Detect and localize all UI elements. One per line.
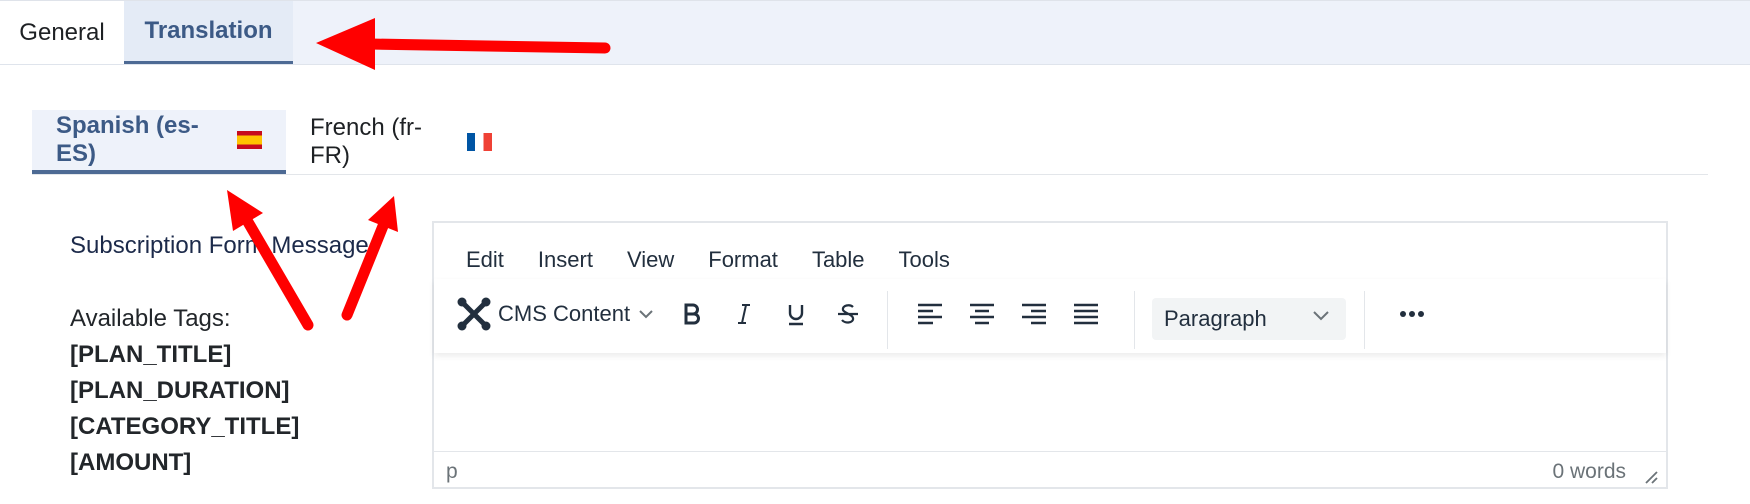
- underline-button[interactable]: [772, 291, 820, 337]
- strikethrough-button[interactable]: [824, 291, 872, 337]
- tag-item: [CATEGORY_TITLE]: [70, 413, 300, 440]
- chevron-down-icon: [639, 310, 653, 319]
- word-count[interactable]: 0 words: [1552, 460, 1626, 484]
- france-flag-icon: [466, 133, 492, 151]
- main-tab-bar: General Translation: [0, 0, 1750, 65]
- align-center-icon: [970, 303, 994, 325]
- rich-text-editor: Edit Insert View Format Table Tools CMS …: [432, 221, 1668, 489]
- bold-icon: [684, 303, 700, 325]
- element-path[interactable]: p: [446, 460, 458, 484]
- editor-toolbar: CMS Content Paragraph: [434, 279, 1666, 353]
- chevron-down-icon: [1313, 311, 1329, 321]
- more-dots-icon: [1400, 311, 1424, 317]
- cms-content-label: CMS Content: [498, 301, 631, 326]
- menu-tools[interactable]: Tools: [887, 241, 962, 277]
- cms-content-button[interactable]: CMS Content: [456, 291, 666, 337]
- menu-edit[interactable]: Edit: [454, 241, 516, 277]
- align-justify-button[interactable]: [1062, 291, 1110, 337]
- more-options-button[interactable]: [1386, 291, 1438, 337]
- editor-content-area[interactable]: [434, 353, 1666, 453]
- block-format-select[interactable]: Paragraph: [1152, 298, 1346, 340]
- toolbar-separator: [1364, 291, 1365, 349]
- strikethrough-icon: [838, 304, 858, 324]
- joomla-icon: [457, 297, 491, 331]
- field-label: Subscription Form Message: [70, 232, 369, 259]
- tab-spanish[interactable]: Spanish (es-ES): [32, 110, 286, 174]
- menu-table[interactable]: Table: [800, 241, 877, 277]
- language-tab-divider: [32, 174, 1708, 175]
- spain-flag-icon: [237, 131, 262, 149]
- italic-icon: [738, 304, 750, 324]
- toolbar-separator: [887, 291, 888, 349]
- tag-item: [AMOUNT]: [70, 449, 192, 476]
- menu-format[interactable]: Format: [696, 241, 790, 277]
- align-justify-icon: [1074, 303, 1098, 325]
- editor-menubar: Edit Insert View Format Table Tools: [434, 241, 962, 277]
- tab-french[interactable]: French (fr-FR): [286, 110, 516, 174]
- align-left-icon: [918, 303, 942, 325]
- block-format-value: Paragraph: [1164, 306, 1267, 331]
- tab-general[interactable]: General: [0, 1, 124, 65]
- italic-button[interactable]: [720, 291, 768, 337]
- tag-item: [PLAN_TITLE]: [70, 341, 232, 368]
- tab-french-label: French (fr-FR): [310, 114, 423, 169]
- available-tags-heading: Available Tags:: [70, 305, 231, 332]
- toolbar-separator: [1134, 291, 1135, 349]
- resize-handle-icon[interactable]: [1642, 468, 1658, 484]
- tab-spanish-label: Spanish (es-ES): [56, 112, 199, 167]
- bold-button[interactable]: [668, 291, 716, 337]
- tab-translation[interactable]: Translation: [124, 1, 293, 65]
- align-center-button[interactable]: [958, 291, 1006, 337]
- align-right-button[interactable]: [1010, 291, 1058, 337]
- align-left-button[interactable]: [906, 291, 954, 337]
- align-right-icon: [1022, 303, 1046, 325]
- editor-statusbar: p 0 words: [434, 451, 1666, 488]
- menu-view[interactable]: View: [615, 241, 686, 277]
- underline-icon: [788, 305, 804, 326]
- menu-insert[interactable]: Insert: [526, 241, 605, 277]
- tag-item: [PLAN_DURATION]: [70, 377, 290, 404]
